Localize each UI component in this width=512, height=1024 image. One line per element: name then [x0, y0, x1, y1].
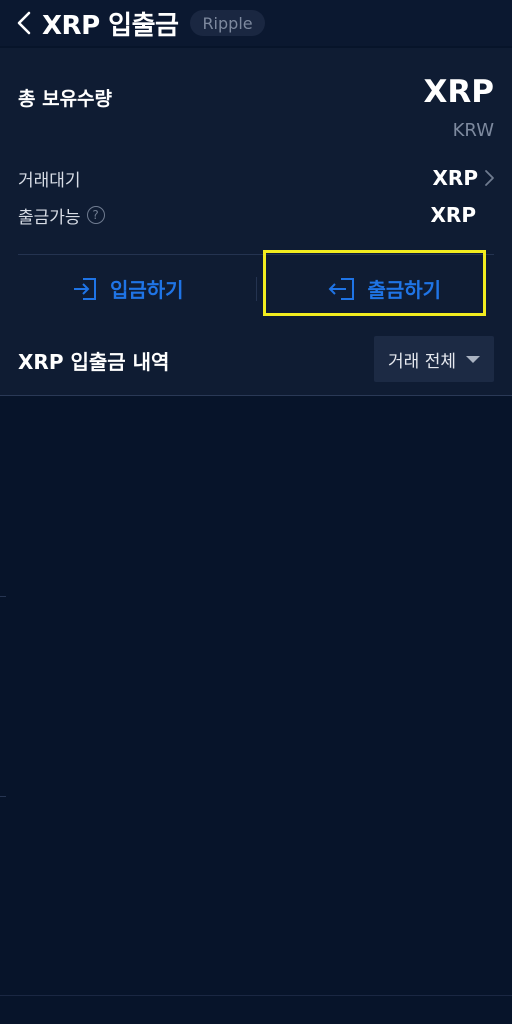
- question-circle-icon[interactable]: ?: [86, 206, 105, 224]
- total-holdings-fiat: KRW: [452, 120, 494, 141]
- total-holdings-label: 총 보유수량: [18, 88, 113, 110]
- edge-tick: [0, 596, 6, 597]
- available-label-wrap: 출금가능 ?: [18, 203, 105, 228]
- history-header: XRP 입출금 내역 거래 전체: [0, 322, 512, 396]
- withdraw-label: 출금하기: [367, 278, 442, 302]
- back-button[interactable]: [0, 0, 46, 46]
- available-value: XRP: [430, 203, 476, 227]
- deposit-button[interactable]: 입금하기: [0, 255, 256, 322]
- available-row: 출금가능 ? XRP: [18, 201, 494, 229]
- coin-name-badge: Ripple: [190, 10, 265, 36]
- withdraw-button[interactable]: 출금하기: [257, 255, 512, 322]
- app-header: XRP 입출금 Ripple: [0, 0, 512, 46]
- chevron-right-icon: [482, 169, 496, 187]
- available-label: 출금가능: [18, 207, 81, 228]
- filter-label: 거래 전체: [388, 351, 456, 372]
- login-arrow-icon: [73, 277, 96, 300]
- pending-value: XRP: [432, 166, 478, 190]
- pending-row[interactable]: 거래대기 XRP: [18, 164, 494, 192]
- caret-down-icon: [465, 355, 480, 363]
- logout-arrow-icon: [329, 277, 355, 300]
- transaction-filter-dropdown[interactable]: 거래 전체: [374, 336, 494, 382]
- bottom-divider: [0, 995, 512, 996]
- history-title: XRP 입출금 내역: [18, 350, 170, 374]
- page-title: XRP 입출금: [42, 10, 179, 41]
- pending-value-wrap: XRP: [433, 166, 494, 190]
- total-holdings-coin: XRP: [423, 74, 495, 110]
- edge-tick: [0, 796, 6, 797]
- action-bar: 입금하기 출금하기: [0, 255, 512, 322]
- deposit-label: 입금하기: [109, 278, 184, 302]
- history-list: [0, 397, 512, 1024]
- pending-label: 거래대기: [18, 170, 81, 191]
- holdings-summary: 총 보유수량 XRP KRW 거래대기 XRP 출금가능 ? XRP 입금하기 …: [0, 48, 512, 322]
- chevron-left-icon: [17, 11, 31, 35]
